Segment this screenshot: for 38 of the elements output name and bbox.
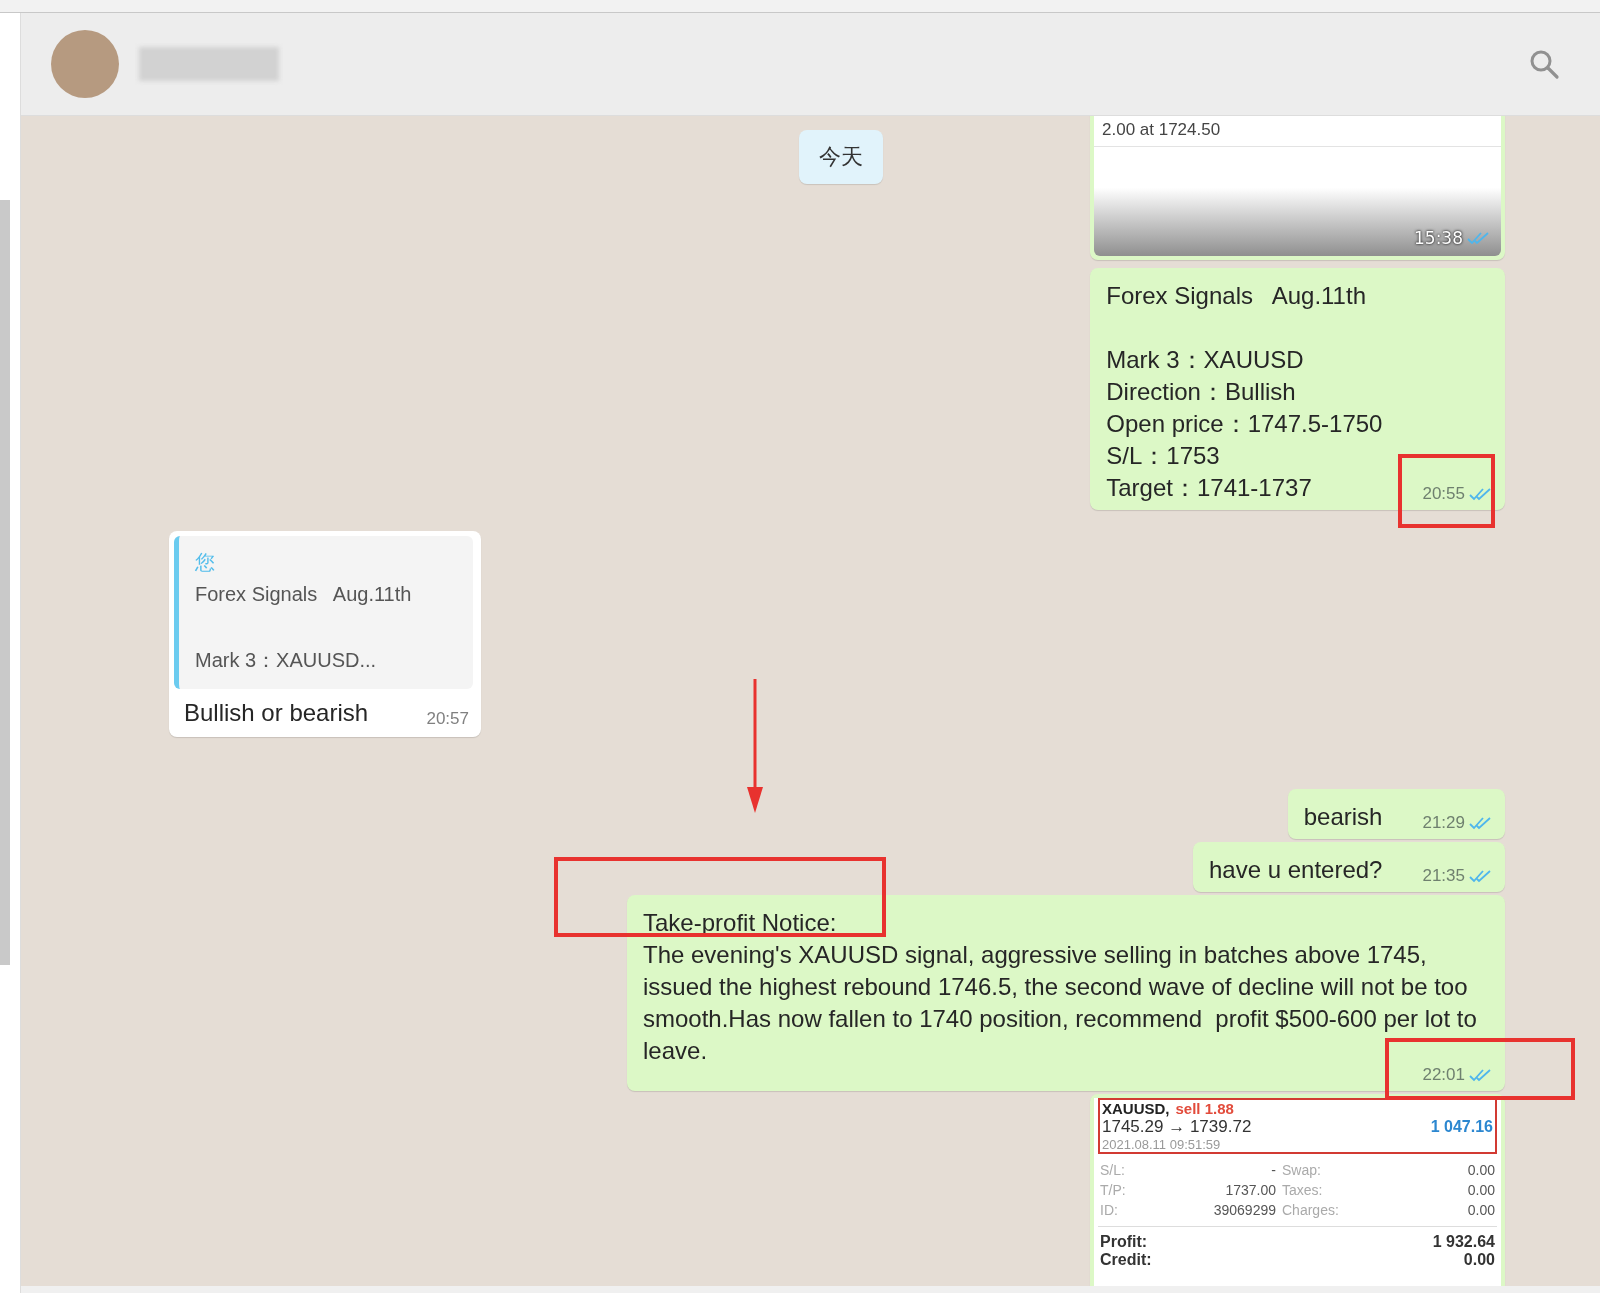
detail-label: Charges: bbox=[1282, 1202, 1340, 1218]
detail-label: S/L: bbox=[1100, 1162, 1126, 1178]
message-text: Forex Signals Aug.11th Mark 3：XAUUSD Direction：Bullish Open price：1747.5-1750 S/L：1753 Target：1741-1737 bbox=[1106, 281, 1383, 503]
detail-label: ID: bbox=[1100, 1202, 1119, 1218]
total-value: 0.00 bbox=[1463, 1251, 1495, 1269]
message-time: 22:01 bbox=[1422, 1064, 1465, 1086]
message-text: have u entered? bbox=[1208, 855, 1383, 885]
message-time: 21:29 bbox=[1422, 812, 1465, 834]
detail-label: Taxes: bbox=[1282, 1182, 1324, 1198]
detail-value: 1737.00 bbox=[1224, 1182, 1276, 1198]
trade-prices: 1745.29 → 1739.72 bbox=[1102, 1117, 1252, 1137]
message-text: Take-profit Notice: The evening's XAUUSD signal, aggressive selling in batches above 1745, issued the highest rebound 1746.5, the second wave of decline will not be too smooth.Has now fallen to 1740 position, recommend profit $500-600 per lot to leave. bbox=[643, 908, 1478, 1066]
trade-date: 2021.08.11 09:51:59 bbox=[1102, 1137, 1222, 1152]
detail-value: 0.00 bbox=[1466, 1182, 1495, 1198]
detail-label: Swap: bbox=[1282, 1162, 1322, 1178]
quote-text: Forex Signals Aug.11th Mark 3：XAUUSD... bbox=[195, 582, 413, 673]
trade-side: sell 1.88 bbox=[1175, 1100, 1234, 1117]
message-time: 21:35 bbox=[1422, 865, 1465, 887]
message-time: 15:38 bbox=[1414, 228, 1463, 248]
total-label: Profit: bbox=[1100, 1233, 1148, 1251]
image-text: 2.00 at 1724.50 bbox=[1094, 116, 1501, 147]
detail-value: 39069299 bbox=[1212, 1202, 1276, 1218]
search-icon[interactable] bbox=[1528, 48, 1560, 80]
detail-value: 0.00 bbox=[1466, 1162, 1495, 1178]
quoted-message[interactable]: 您 Forex Signals Aug.11th Mark 3：XAUUSD... bbox=[174, 536, 473, 689]
date-chip: 今天 bbox=[799, 130, 883, 184]
message-time: 20:57 bbox=[426, 708, 469, 730]
total-value: 1 932.64 bbox=[1432, 1233, 1495, 1251]
total-label: Credit: bbox=[1100, 1251, 1152, 1269]
detail-value: 0.00 bbox=[1466, 1202, 1495, 1218]
trade-result: 1 047.16 bbox=[1430, 1118, 1493, 1136]
detail-value: - bbox=[1270, 1162, 1276, 1178]
message-time: 20:55 bbox=[1422, 483, 1465, 505]
message-text: Bullish or bearish bbox=[184, 698, 369, 728]
quote-author: 您 bbox=[195, 549, 216, 576]
message-text: bearish bbox=[1303, 802, 1383, 832]
detail-label: T/P: bbox=[1100, 1182, 1127, 1198]
trade-symbol: XAUUSD, bbox=[1102, 1100, 1170, 1117]
